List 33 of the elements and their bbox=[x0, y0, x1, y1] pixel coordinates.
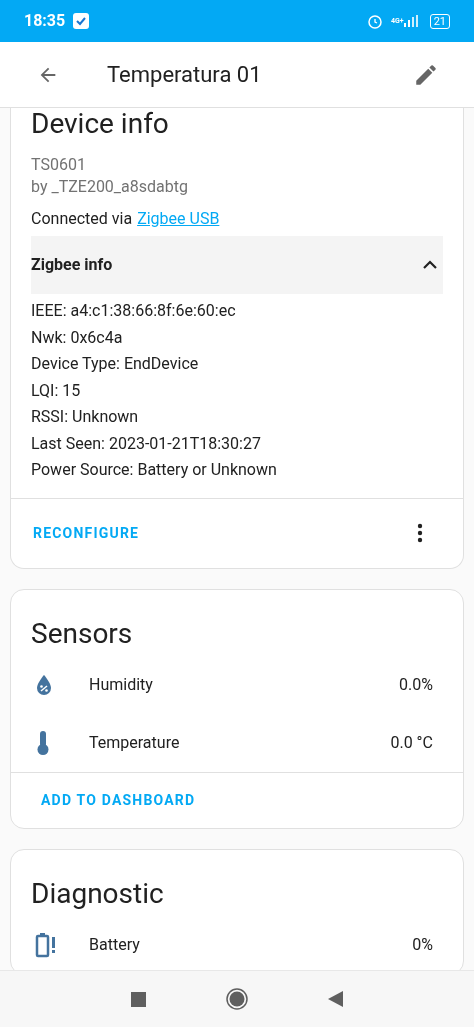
card-title: Device info bbox=[31, 108, 170, 140]
device-model: TS0601 bbox=[31, 154, 87, 176]
alarm-icon bbox=[367, 13, 383, 29]
home-icon[interactable] bbox=[226, 988, 248, 1010]
signal-icon bbox=[403, 15, 418, 27]
page-title: Temperatura 01 bbox=[107, 61, 262, 89]
zigbee-info-line: IEEE: a4:c1:38:66:8f:6e:60:ec bbox=[31, 300, 237, 322]
battery-indicator: 21 bbox=[429, 13, 450, 29]
zigbee-info-header[interactable]: Zigbee info bbox=[31, 236, 443, 294]
zigbee-info-line: Power Source: Battery or Unknown bbox=[31, 459, 278, 481]
water-percent-icon bbox=[35, 673, 53, 696]
zigbee-info-line: LQI: 15 bbox=[31, 379, 82, 402]
status-time: 18:35 bbox=[24, 10, 66, 32]
entity-value: 0% bbox=[412, 933, 433, 956]
zigbee-info-line: Nwk: 0x6c4a bbox=[31, 326, 124, 349]
entity-name[interactable]: Battery bbox=[89, 932, 140, 957]
zigbee-info-line: Last Seen: 2023-01-21T18:30:27 bbox=[31, 432, 262, 455]
entity-name[interactable]: Humidity bbox=[89, 672, 153, 697]
chevron-icon bbox=[423, 260, 437, 270]
more-options-icon[interactable] bbox=[417, 523, 423, 543]
device-manufacturer: by _TZE200_a8sdabtg bbox=[31, 176, 189, 198]
connected-via-label: Connected via bbox=[31, 208, 133, 230]
entity-value: 0.0 °C bbox=[390, 731, 433, 754]
zigbee-info-line: Device Type: EndDevice bbox=[31, 353, 200, 375]
entity-name[interactable]: Temperature bbox=[89, 730, 180, 755]
recents-icon[interactable] bbox=[131, 991, 146, 1007]
zigbee-info-line: RSSI: Unknown bbox=[31, 406, 140, 428]
check-icon bbox=[73, 13, 90, 29]
back-icon[interactable] bbox=[328, 991, 343, 1007]
entity-value: 0.0% bbox=[399, 673, 433, 696]
card-title: Diagnostic bbox=[30, 875, 165, 912]
card-title: Sensors bbox=[30, 615, 134, 652]
thermometer-icon bbox=[35, 729, 51, 756]
